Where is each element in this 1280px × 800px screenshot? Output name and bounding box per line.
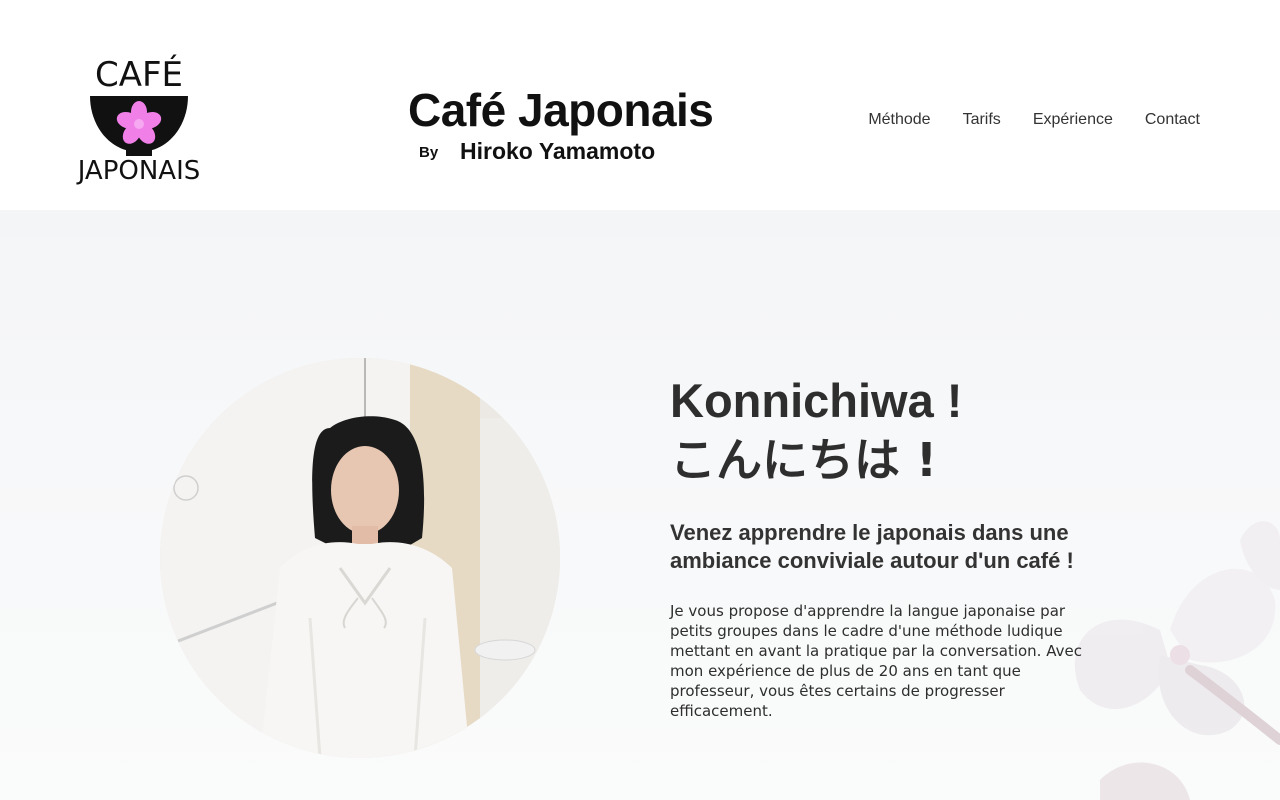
cafe-japonais-logo[interactable]: CAFÉ JAPONAIS — [66, 52, 212, 192]
greeting-latin: Konnichiwa ! — [670, 374, 963, 427]
teacher-portrait — [160, 358, 560, 758]
logo-bottom-text: JAPONAIS — [77, 156, 201, 186]
site-title: Café Japonais — [408, 84, 714, 136]
hero-text: Konnichiwa ! こんにちは ! Venez apprendre le … — [670, 373, 1120, 721]
site-header: CAFÉ JAPONAIS Café Japonais By Hiroko Ya… — [0, 0, 1280, 210]
main-nav: Méthode Tarifs Expérience Contact — [836, 109, 1200, 131]
hero-tagline: Venez apprendre le japonais dans une amb… — [670, 520, 1074, 573]
portrait-image — [160, 358, 560, 758]
nav-item-experience[interactable]: Expérience — [1033, 109, 1113, 131]
hero-description: Je vous propose d'apprendre la langue ja… — [670, 602, 1082, 720]
nav-item-contact[interactable]: Contact — [1145, 109, 1200, 131]
bowl-with-blossom-icon — [90, 96, 188, 156]
site-brand: Café Japonais By Hiroko Yamamoto — [408, 84, 738, 168]
nav-item-tarifs[interactable]: Tarifs — [963, 109, 1001, 131]
greeting-japanese: こんにちは ! — [670, 433, 937, 487]
site-byline: By Hiroko Yamamoto — [408, 138, 738, 168]
nav-item-methode[interactable]: Méthode — [868, 109, 930, 131]
logo-top-text: CAFÉ — [94, 55, 184, 95]
hero-section: Konnichiwa ! こんにちは ! Venez apprendre le … — [0, 210, 1280, 800]
byline-prefix: By — [419, 144, 439, 161]
author-name: Hiroko Yamamoto — [460, 138, 656, 164]
